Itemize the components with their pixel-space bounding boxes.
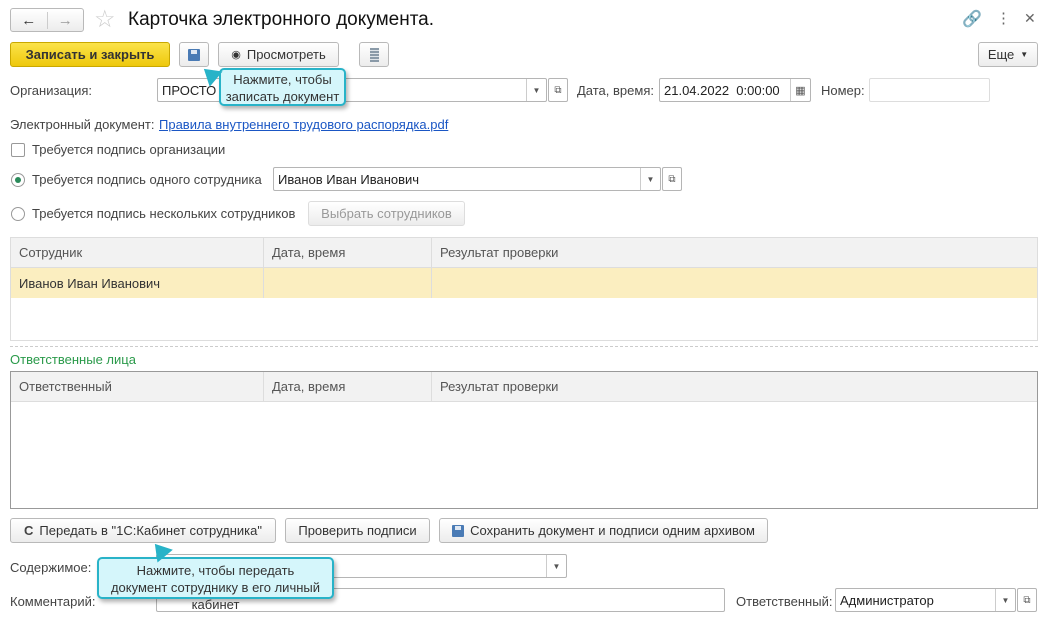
responsible-table: Ответственный Дата, время Результат пров… — [10, 371, 1038, 509]
list-icon — [369, 47, 379, 62]
edoc-link[interactable]: Правила внутреннего трудового распорядка… — [159, 117, 448, 132]
chevron-down-icon: ▼ — [1020, 50, 1029, 59]
save-close-label: Записать и закрыть — [25, 47, 155, 62]
responsible-field[interactable]: Администратор ▼ — [835, 588, 1016, 612]
archive-label: Сохранить документ и подписи одним архив… — [470, 523, 755, 538]
responsible-section-title: Ответственные лица — [10, 352, 136, 367]
number-label: Номер: — [821, 83, 865, 98]
forward-button[interactable]: → — [48, 12, 84, 29]
eye-icon: ◉ — [231, 49, 241, 61]
divider — [10, 346, 1038, 347]
date-value: 21.04.2022 0:00:00 — [664, 82, 780, 98]
comment-label: Комментарий: — [10, 594, 96, 609]
save-tooltip-text: Нажмите, чтобы записать документ — [225, 72, 340, 104]
cell: Иванов Иван Иванович — [11, 268, 264, 298]
more-vert-icon[interactable]: ⋮ — [996, 9, 1011, 27]
cell — [264, 268, 432, 298]
content-label: Содержимое: — [10, 560, 92, 575]
choose-label: Выбрать сотрудников — [321, 206, 452, 221]
table-header: Ответственный Дата, время Результат пров… — [11, 372, 1037, 402]
save-close-button[interactable]: Записать и закрыть — [10, 42, 170, 67]
employee-field[interactable]: Иванов Иван Иванович ▼ — [273, 167, 661, 191]
save-tooltip: Нажмите, чтобы записать документ — [219, 68, 346, 106]
view-label: Просмотреть — [246, 47, 326, 62]
date-field[interactable]: 21.04.2022 0:00:00 ▦ — [659, 78, 811, 102]
send-tooltip: Нажмите, чтобы передать документ сотрудн… — [97, 557, 334, 612]
org-open-button[interactable]: ⧉ — [548, 78, 568, 102]
view-button[interactable]: ◉ Просмотреть — [218, 42, 339, 67]
send-to-cabinet-button[interactable]: C Передать в "1С:Кабинет сотрудника" — [10, 518, 276, 543]
save-button[interactable] — [179, 42, 209, 67]
col-header[interactable]: Дата, время — [264, 238, 432, 267]
employee-open-button[interactable]: ⧉ — [662, 167, 682, 191]
check-label: Проверить подписи — [298, 523, 417, 538]
one-sign-label: Требуется подпись одного сотрудника — [32, 172, 262, 187]
many-sign-radio[interactable] — [11, 207, 25, 221]
responsible-value: Администратор — [840, 592, 934, 608]
table-header: Сотрудник Дата, время Результат проверки — [11, 238, 1037, 268]
employees-table: Сотрудник Дата, время Результат проверки… — [10, 237, 1038, 341]
col-header[interactable]: Результат проверки — [432, 372, 1037, 401]
send-label: Передать в "1С:Кабинет сотрудника" — [39, 523, 262, 538]
edoc-label: Электронный документ: — [10, 117, 155, 132]
col-header[interactable]: Ответственный — [11, 372, 264, 401]
col-header[interactable]: Результат проверки — [432, 238, 1037, 267]
number-field[interactable] — [869, 78, 990, 102]
list-button[interactable] — [359, 42, 389, 67]
many-sign-label: Требуется подпись нескольких сотрудников — [32, 206, 296, 221]
one-sign-radio[interactable] — [11, 173, 25, 187]
org-field[interactable]: ПРОСТО ▼ — [157, 78, 547, 102]
dropdown-icon[interactable]: ▼ — [640, 168, 660, 190]
nav-buttons: ← → — [10, 8, 84, 32]
save-archive-button[interactable]: Сохранить документ и подписи одним архив… — [439, 518, 768, 543]
dropdown-icon[interactable]: ▼ — [546, 555, 566, 577]
more-label: Еще — [987, 47, 1015, 62]
calendar-icon[interactable]: ▦ — [790, 79, 810, 101]
close-icon[interactable]: ✕ — [1024, 10, 1036, 27]
org-label: Организация: — [10, 83, 93, 98]
table-row[interactable]: Иванов Иван Иванович — [11, 268, 1037, 298]
floppy-icon — [452, 524, 465, 537]
col-header[interactable]: Дата, время — [264, 372, 432, 401]
responsible-label: Ответственный: — [736, 594, 833, 609]
back-button[interactable]: ← — [11, 11, 48, 29]
col-header[interactable]: Сотрудник — [11, 238, 264, 267]
org-sign-checkbox[interactable] — [11, 143, 25, 157]
responsible-open-button[interactable]: ⧉ — [1017, 588, 1037, 612]
check-signatures-button[interactable]: Проверить подписи — [285, 518, 430, 543]
choose-employees-button[interactable]: Выбрать сотрудников — [308, 201, 465, 226]
employee-value: Иванов Иван Иванович — [278, 171, 420, 187]
cell — [432, 268, 1037, 298]
page-title: Карточка электронного документа. — [128, 9, 435, 30]
dropdown-icon[interactable]: ▼ — [995, 589, 1015, 611]
link-icon[interactable]: 🔗 — [962, 9, 982, 29]
more-button[interactable]: Еще ▼ — [978, 42, 1038, 67]
1c-logo-icon: C — [24, 523, 34, 538]
floppy-icon — [188, 48, 200, 61]
date-label: Дата, время: — [577, 83, 654, 98]
org-sign-label: Требуется подпись организации — [32, 142, 226, 157]
star-icon[interactable]: ☆ — [94, 5, 116, 34]
dropdown-icon[interactable]: ▼ — [526, 79, 546, 101]
